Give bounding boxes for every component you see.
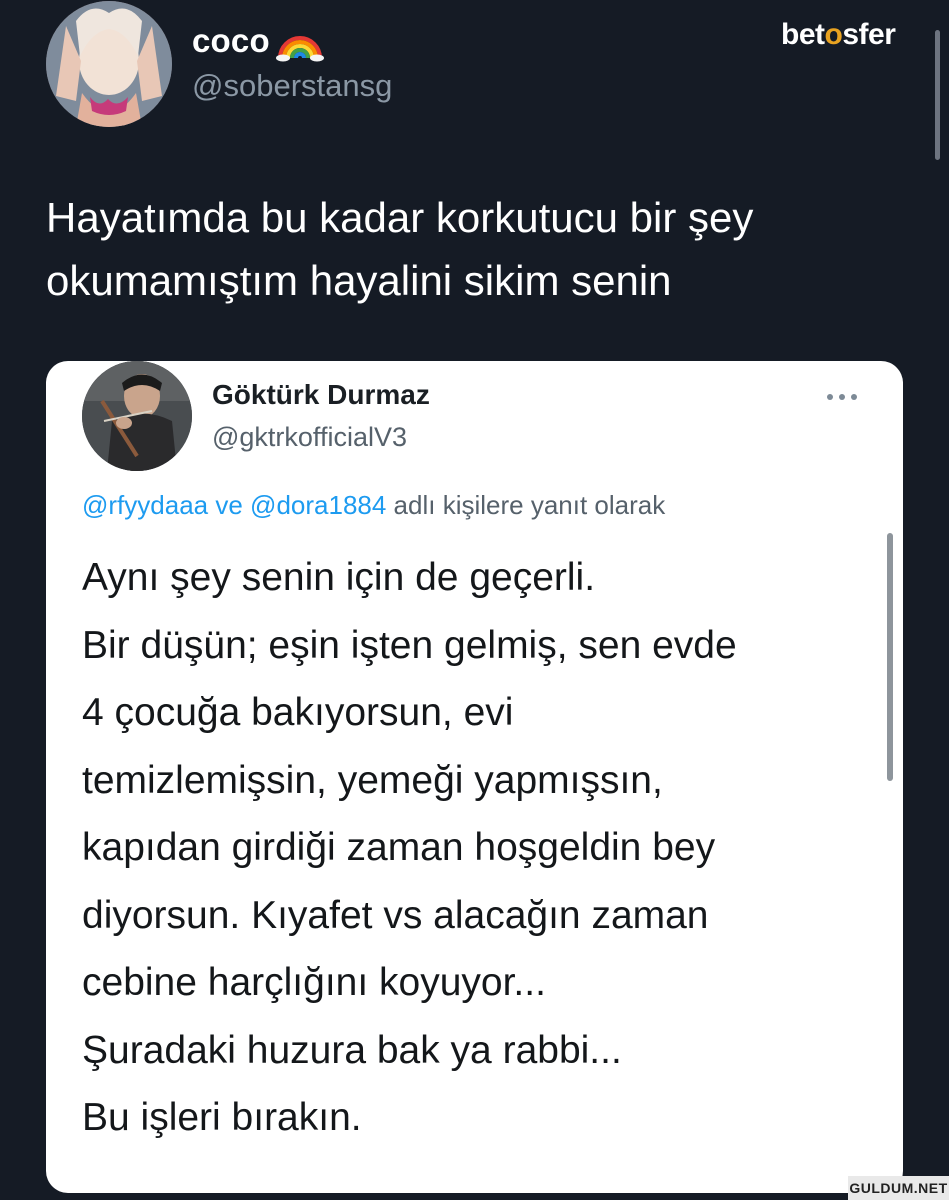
author-avatar[interactable] bbox=[46, 1, 172, 127]
more-horizontal-icon[interactable] bbox=[824, 391, 860, 403]
reply-context: @rfyydaaa ve @dora1884 adlı kişilere yan… bbox=[82, 490, 665, 521]
quoted-author-name[interactable]: Göktürk Durmaz bbox=[212, 379, 430, 411]
brand-logo-star: o bbox=[824, 18, 843, 51]
author-name[interactable]: coco bbox=[192, 22, 270, 60]
reply-joiner: ve bbox=[208, 490, 251, 520]
brand-logo: betosfer bbox=[781, 18, 896, 52]
quoted-author-handle[interactable]: @gktrkofficialV3 bbox=[212, 422, 407, 453]
rainbow-icon bbox=[276, 36, 324, 62]
brand-logo-text-1: bet bbox=[781, 18, 825, 51]
quoted-tweet-text: Aynı şey senin için de geçerli. Bir düşü… bbox=[82, 556, 737, 1139]
page-scrollbar[interactable] bbox=[935, 30, 940, 160]
author-handle[interactable]: @soberstansg bbox=[192, 68, 392, 104]
reply-mention-1[interactable]: @rfyydaaa bbox=[82, 490, 208, 520]
watermark: GULDUM.NET bbox=[848, 1176, 949, 1200]
tweet-text: Hayatımda bu kadar korkutucu bir şey oku… bbox=[46, 194, 754, 304]
reply-suffix: adlı kişilere yanıt olarak bbox=[386, 490, 666, 520]
quoted-tweet-card[interactable]: Göktürk Durmaz @gktrkofficialV3 @rfyydaa… bbox=[46, 361, 903, 1193]
brand-logo-text-2: sfer bbox=[842, 18, 896, 51]
quoted-card-scrollbar[interactable] bbox=[887, 533, 893, 781]
screenshot-page: coco @soberstansg betosfer Hayatımda bu … bbox=[0, 0, 949, 1200]
quoted-author-avatar[interactable] bbox=[82, 361, 192, 471]
reply-mention-2[interactable]: @dora1884 bbox=[250, 490, 386, 520]
